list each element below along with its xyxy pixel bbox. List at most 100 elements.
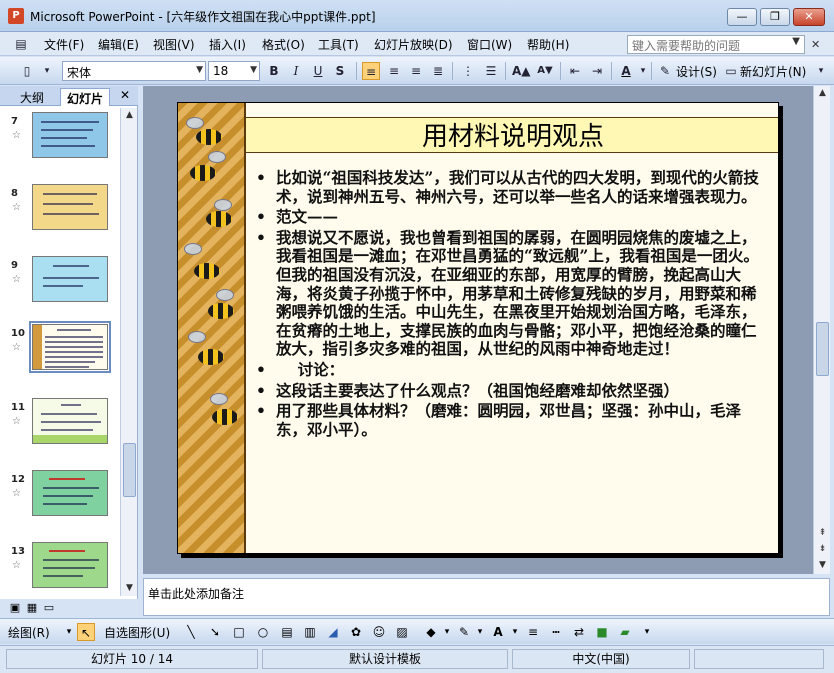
draw-menu-button[interactable]: 绘图(R) (8, 624, 50, 641)
diagram-icon[interactable]: ✿ (347, 623, 365, 641)
tab-outline[interactable]: 大纲 (14, 88, 50, 106)
help-search-input[interactable]: 键入需要帮助的问题 ▼ (627, 35, 805, 54)
italic-button[interactable]: I (287, 62, 305, 80)
slide-thumbnail-13[interactable]: 13 ☆ (5, 542, 117, 596)
font-color-dropdown-icon[interactable]: ▾ (634, 62, 652, 80)
view-buttons: ▣ ▦ ▭ (8, 601, 68, 615)
slide-editor: 用材料说明观点 比如说“祖国科技发达”，我们可以从古代的四大发明，到现代的火箭技… (143, 86, 813, 574)
font-color-icon[interactable]: A (617, 62, 635, 80)
arrow-tool-icon[interactable]: ➘ (206, 623, 224, 641)
menu-format[interactable]: 格式(O) (262, 36, 305, 53)
rectangle-tool-icon[interactable]: □ (230, 623, 248, 641)
minimize-button[interactable]: — (727, 8, 757, 26)
slideshow-icon[interactable]: ▭ (42, 601, 56, 615)
line-tool-icon[interactable]: ╲ (182, 623, 200, 641)
chevron-down-icon[interactable]: ▼ (792, 36, 800, 47)
scroll-down-icon[interactable]: ▼ (122, 581, 137, 596)
arrow-style-icon[interactable]: ⇄ (570, 623, 588, 641)
scroll-down-icon[interactable]: ▼ (815, 558, 830, 573)
font-color-dropdown-icon[interactable]: ▾ (506, 623, 524, 641)
scroll-up-icon[interactable]: ▲ (815, 86, 830, 101)
tab-slides[interactable]: 幻灯片 (60, 88, 111, 106)
scroll-thumb[interactable] (123, 443, 136, 497)
dash-style-icon[interactable]: ┅ (547, 623, 565, 641)
new-document-icon[interactable]: ▯ (18, 62, 36, 80)
font-size-select[interactable]: 18 ▼ (208, 61, 260, 81)
slide-body-text[interactable]: 比如说“祖国科技发达”，我们可以从古代的四大发明，到现代的火箭技术，说到神州五号… (254, 168, 764, 441)
close-button[interactable]: ✕ (793, 8, 825, 26)
close-icon[interactable]: ✕ (120, 88, 130, 102)
menu-slideshow[interactable]: 幻灯片放映(D) (374, 36, 453, 53)
restore-button[interactable]: ❐ (760, 8, 790, 26)
scroll-up-icon[interactable]: ▲ (122, 108, 137, 123)
menu-file[interactable]: 文件(F) (44, 36, 84, 53)
document-close-icon[interactable]: ✕ (811, 38, 820, 51)
slide-thumbnail-8[interactable]: 8 ☆ (5, 184, 117, 246)
toolbar-options-icon[interactable]: ▾ (38, 62, 56, 80)
menu-help[interactable]: 帮助(H) (527, 36, 569, 53)
bulleted-list-icon[interactable]: ☰ (482, 62, 500, 80)
notes-pane[interactable]: 单击此处添加备注 (143, 578, 830, 616)
line-style-icon[interactable]: ≡ (524, 623, 542, 641)
toolbar-overflow-icon[interactable]: ▾ (812, 62, 830, 80)
menu-edit[interactable]: 编辑(E) (98, 36, 139, 53)
increase-indent-icon[interactable]: ⇥ (588, 62, 606, 80)
slide-title[interactable]: 用材料说明观点 (246, 116, 778, 153)
powerpoint-app-icon[interactable]: P (8, 8, 24, 24)
decrease-indent-icon[interactable]: ⇤ (566, 62, 584, 80)
slide-thumbnail-10[interactable]: 10 ☆ (5, 321, 117, 386)
font-color-icon[interactable]: A (489, 623, 507, 641)
thumbnail-scrollbar[interactable]: ▲ ▼ (120, 108, 137, 596)
underline-button[interactable]: U (309, 62, 327, 80)
oval-tool-icon[interactable]: ○ (254, 623, 272, 641)
menu-view[interactable]: 视图(V) (153, 36, 195, 53)
slide-thumbnail-12[interactable]: 12 ☆ (5, 470, 117, 532)
scroll-thumb[interactable] (816, 322, 829, 376)
previous-slide-icon[interactable]: ⇞ (815, 526, 830, 541)
normal-view-icon[interactable]: ▣ (8, 601, 22, 615)
wordart-icon[interactable]: ◢ (324, 623, 342, 641)
decrease-font-size-icon[interactable]: A▼ (536, 62, 554, 80)
menu-insert[interactable]: 插入(I) (209, 36, 246, 53)
align-right-icon[interactable]: ≡ (407, 62, 425, 80)
bold-button[interactable]: B (265, 62, 283, 80)
toolbar-overflow-icon[interactable]: ▾ (638, 623, 656, 641)
line-color-dropdown-icon[interactable]: ▾ (471, 623, 489, 641)
menu-tools[interactable]: 工具(T) (318, 36, 359, 53)
clip-art-icon[interactable]: ☺ (370, 623, 388, 641)
slide-thumbnail-9[interactable]: 9 ☆ (5, 256, 117, 318)
font-name-select[interactable]: 宋体 ▼ (62, 61, 206, 81)
fill-color-dropdown-icon[interactable]: ▾ (438, 623, 456, 641)
autoshapes-button[interactable]: 自选图形(U) (104, 624, 170, 641)
status-empty-cell (694, 649, 824, 669)
align-left-icon[interactable]: ≡ (362, 62, 380, 80)
slide-thumbnail-11[interactable]: 11 ☆ (5, 398, 117, 460)
title-bar: P Microsoft PowerPoint - [六年级作文祖国在我心中ppt… (0, 0, 834, 32)
text-box-icon[interactable]: ▤ (278, 623, 296, 641)
design-button[interactable]: 设计(S) (676, 63, 717, 80)
slide-canvas[interactable]: 用材料说明观点 比如说“祖国科技发达”，我们可以从古代的四大发明，到现代的火箭技… (177, 102, 779, 554)
design-template-status: 默认设计模板 (262, 649, 508, 669)
insert-picture-icon[interactable]: ▨ (393, 623, 411, 641)
align-justify-icon[interactable]: ≣ (429, 62, 447, 80)
increase-font-size-icon[interactable]: A▲ (512, 62, 531, 80)
new-slide-button[interactable]: 新幻灯片(N) (740, 63, 806, 80)
editor-scrollbar[interactable]: ▲ ⇞ ⇟ ▼ (813, 86, 830, 574)
animation-star-icon: ☆ (12, 202, 21, 213)
menu-window[interactable]: 窗口(W) (467, 36, 512, 53)
next-slide-icon[interactable]: ⇟ (815, 542, 830, 557)
chevron-down-icon[interactable]: ▾ (60, 623, 78, 641)
vertical-text-box-icon[interactable]: ▥ (301, 623, 319, 641)
document-icon[interactable]: ▤ (12, 35, 30, 53)
3d-style-icon[interactable]: ▰ (616, 623, 634, 641)
language-status: 中文(中国) (512, 649, 690, 669)
slide-sorter-icon[interactable]: ▦ (25, 601, 39, 615)
thumb-line (53, 265, 89, 267)
slide-thumbnail-image (32, 112, 108, 158)
numbered-list-icon[interactable]: ⋮ (459, 62, 477, 80)
slide-thumbnail-7[interactable]: 7 ☆ (5, 112, 117, 174)
select-pointer-icon[interactable]: ↖ (77, 623, 95, 641)
shadow-style-icon[interactable]: ■ (593, 623, 611, 641)
align-center-icon[interactable]: ≡ (385, 62, 403, 80)
shadow-button[interactable]: S (331, 62, 349, 80)
